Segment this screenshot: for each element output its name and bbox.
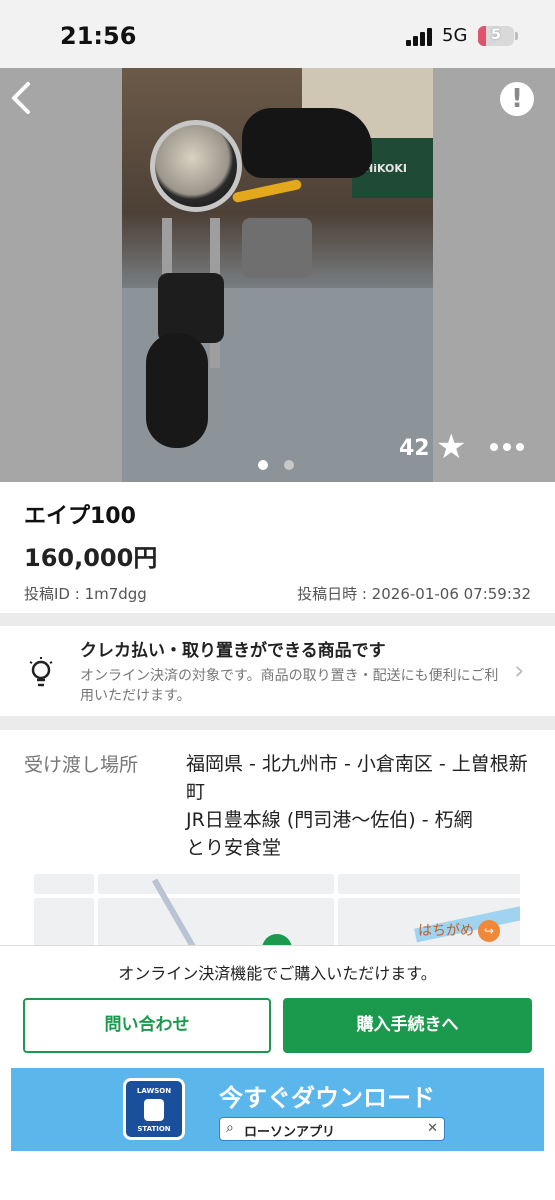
listing-title: エイプ100: [24, 504, 136, 529]
ad-search-text: ローソンアプリ: [244, 1125, 336, 1140]
ad-headline: 今すぐダウンロード: [219, 1084, 435, 1112]
credit-notice[interactable]: クレカ払い・取り置きができる商品です オンライン決済の対象です。商品の取り置き・…: [0, 626, 555, 716]
location-map[interactable]: はちがめ ↪: [34, 874, 520, 946]
star-icon[interactable]: ★: [436, 430, 466, 464]
listing-price: 160,000円: [24, 544, 158, 572]
report-icon[interactable]: !: [500, 82, 534, 116]
more-icon[interactable]: [490, 443, 524, 451]
purchase-button[interactable]: 購入手続きへ: [283, 998, 532, 1053]
map-poi-label: はちがめ: [418, 923, 474, 939]
location-value: 福岡県 - 北九州市 - 小倉南区 - 上曽根新町 JR日豊本線 (門司港〜佐伯…: [186, 753, 528, 859]
chevron-right-icon: ›: [514, 656, 525, 686]
search-icon: ⌕: [226, 1120, 234, 1136]
purchase-message: オンライン決済機能でご購入いただけます。: [118, 964, 437, 983]
lawson-logo: LAWSON STATION: [123, 1078, 185, 1140]
battery-icon: 5: [478, 26, 514, 46]
battery-level: 5: [491, 27, 501, 43]
notice-body: オンライン決済の対象です。商品の取り置き・配送にも便利にご利用いただけます。: [80, 668, 499, 704]
location-label: 受け渡し場所: [24, 754, 139, 776]
listing-photo[interactable]: HiKOKI: [122, 68, 433, 482]
lightbulb-icon: [28, 656, 54, 690]
favorite-count: 42: [399, 436, 430, 461]
ad-search-box: ⌕ ローソンアプリ ✕: [219, 1117, 445, 1141]
divider: [0, 716, 555, 730]
close-icon: ✕: [427, 1121, 438, 1136]
status-bar: 21:56 5G 5: [0, 0, 555, 68]
status-time: 21:56: [60, 22, 137, 50]
page-dot[interactable]: [284, 460, 294, 470]
divider: [0, 613, 555, 626]
inquiry-button[interactable]: 問い合わせ: [23, 998, 271, 1053]
page-dot-active[interactable]: [258, 460, 268, 470]
post-id: 投稿ID : 1m7dgg: [24, 585, 147, 603]
battery-tip: [515, 32, 518, 40]
map-poi-icon: ↪: [478, 920, 500, 942]
notice-title: クレカ払い・取り置きができる商品です: [80, 641, 386, 661]
gallery-pagination: [258, 460, 296, 470]
signal-icon: [406, 28, 434, 46]
network-type: 5G: [442, 25, 468, 46]
post-date: 投稿日時 : 2026-01-06 07:59:32: [297, 585, 531, 603]
ad-banner[interactable]: LAWSON STATION 今すぐダウンロード ⌕ ローソンアプリ ✕: [11, 1068, 544, 1151]
photo-gallery[interactable]: HiKOKI: [0, 68, 555, 482]
back-icon[interactable]: [8, 80, 36, 116]
